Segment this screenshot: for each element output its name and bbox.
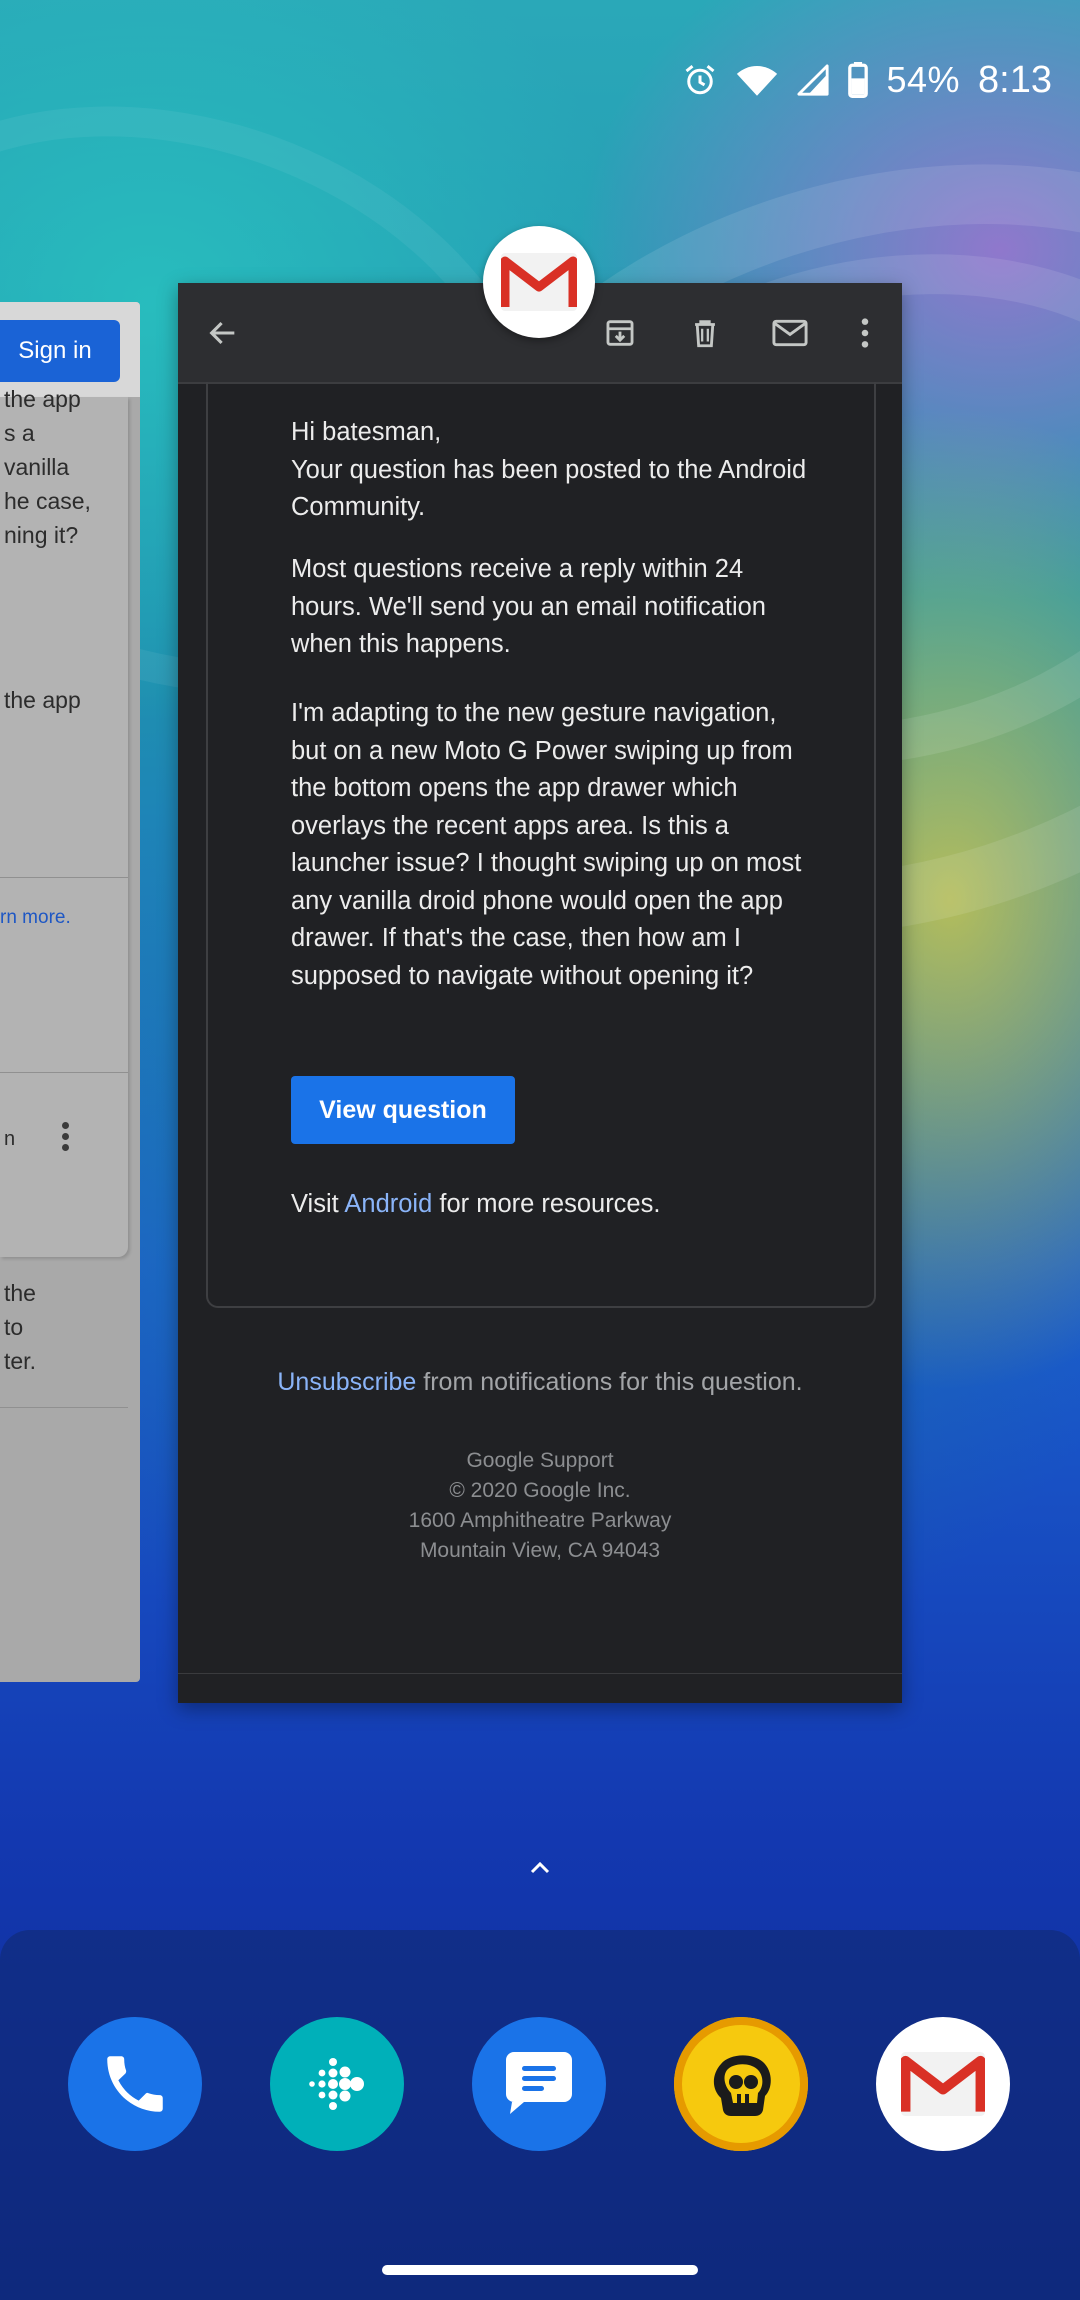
battery-percentage: 54% — [886, 59, 961, 100]
footer-line: Mountain View, CA 94043 — [419, 1539, 661, 1562]
status-bar: 54% 8:13 — [682, 50, 1052, 110]
email-greeting: Hi batesman, Your question has been post… — [291, 414, 811, 527]
visit-line: Visit Android for more resources. — [291, 1186, 811, 1224]
gesture-nav-handle[interactable] — [382, 2265, 698, 2275]
more-vert-icon[interactable] — [62, 1122, 70, 1155]
footer-line: Google Support — [466, 1449, 614, 1472]
intro-line: Your question has been posted to the And… — [291, 455, 807, 522]
clock-time: 8:13 — [978, 58, 1052, 101]
text-fragment: he case, — [4, 488, 91, 514]
footer-line: 1600 Amphitheatre Parkway — [408, 1509, 672, 1532]
sign-in-button[interactable]: Sign in — [0, 320, 120, 382]
messages-app-icon[interactable] — [472, 2017, 606, 2151]
text-fragment: the — [4, 1280, 36, 1306]
text-fragment: ning it? — [4, 522, 79, 548]
alarm-icon — [682, 62, 718, 98]
question-body: I'm adapting to the new gesture navigati… — [291, 699, 802, 990]
email-footer: Google Support © 2020 Google Inc. 1600 A… — [178, 1446, 902, 1566]
text-fragment: the app — [4, 687, 81, 713]
greeting-line: Hi batesman, — [291, 418, 442, 446]
archive-icon[interactable] — [595, 308, 645, 358]
mark-unread-icon[interactable] — [765, 308, 815, 358]
battery-icon — [848, 62, 869, 98]
gmail-app-icon[interactable] — [483, 226, 595, 338]
phone-app-icon[interactable] — [68, 2017, 202, 2151]
gmail-app-icon[interactable] — [876, 2017, 1010, 2151]
unsubscribe-line: Unsubscribe from notifications for this … — [178, 1368, 902, 1397]
more-vert-icon[interactable] — [840, 308, 890, 358]
chevron-up-icon[interactable] — [522, 1856, 558, 1880]
visit-suffix: for more resources. — [432, 1190, 661, 1218]
learn-more-link[interactable]: rn more. — [0, 907, 71, 929]
wifi-icon — [736, 62, 778, 98]
fitbit-app-icon[interactable] — [270, 2017, 404, 2151]
divider — [0, 877, 128, 878]
text-fragment: to — [4, 1314, 24, 1340]
view-question-button[interactable]: View question — [291, 1076, 515, 1144]
divider — [0, 1072, 128, 1073]
reply-notice: Most questions receive a reply within 24… — [291, 555, 766, 658]
cell-signal-icon — [796, 63, 830, 97]
unsubscribe-suffix: from notifications for this question. — [416, 1368, 803, 1396]
recent-app-card-left[interactable]: Sign in the app the app s a vanilla he c… — [0, 302, 140, 1682]
back-arrow-icon[interactable] — [198, 308, 248, 358]
delete-icon[interactable] — [680, 308, 730, 358]
visit-prefix: Visit — [291, 1190, 345, 1218]
text-fragment: ter. — [4, 1348, 36, 1374]
text-fragment: vanilla — [4, 454, 70, 480]
recent-app-card-gmail[interactable]: Hi batesman, Your question has been post… — [178, 283, 902, 1703]
unsubscribe-link[interactable]: Unsubscribe — [277, 1368, 416, 1396]
text-fragment: s a — [4, 420, 35, 446]
brawl-stars-app-icon[interactable] — [674, 2017, 808, 2151]
text-fragment: n — [4, 1128, 16, 1150]
divider — [178, 1673, 902, 1674]
left-card-header: Sign in — [0, 302, 140, 397]
text-fragment: the app — [4, 386, 81, 412]
divider — [0, 1407, 128, 1408]
android-link[interactable]: Android — [344, 1190, 432, 1218]
footer-line: © 2020 Google Inc. — [449, 1479, 631, 1502]
